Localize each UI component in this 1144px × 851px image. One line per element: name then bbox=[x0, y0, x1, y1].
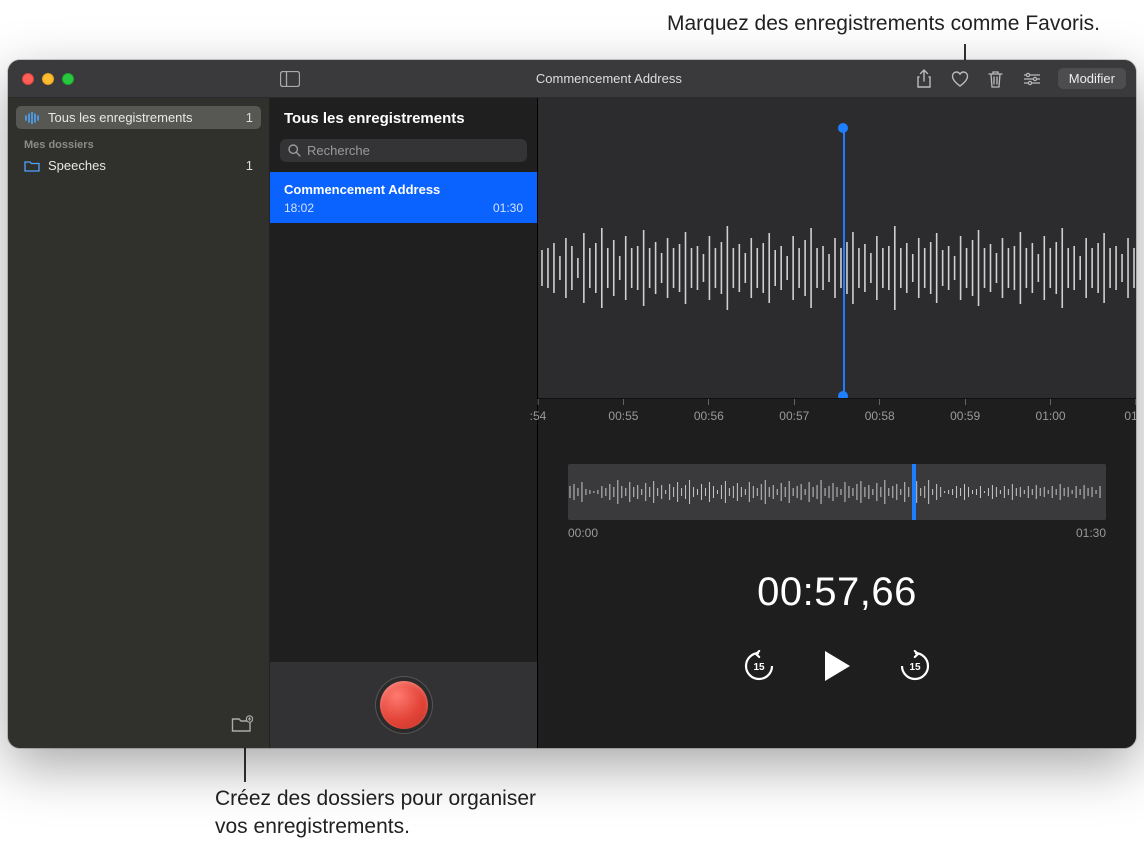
callout-folders-line1: Créez des dossiers pour organiser bbox=[215, 787, 536, 810]
minimize-window-button[interactable] bbox=[42, 73, 54, 85]
sidebar-item-count: 1 bbox=[246, 158, 253, 173]
new-folder-button[interactable] bbox=[231, 715, 253, 738]
window-controls bbox=[18, 73, 276, 85]
sidebar-section-folders: Mes dossiers bbox=[16, 131, 261, 154]
recording-item-title: Commencement Address bbox=[284, 182, 523, 197]
ruler-tick-label: 00:56 bbox=[694, 409, 724, 423]
overview-end-label: 01:30 bbox=[1076, 526, 1106, 540]
playhead-handle-top[interactable] bbox=[838, 123, 848, 133]
recording-item-time: 18:02 bbox=[284, 201, 314, 215]
waveform-icon bbox=[24, 112, 40, 124]
skip-forward-icon: 15 bbox=[898, 649, 932, 683]
folder-icon bbox=[24, 160, 40, 172]
sidebar-item-count: 1 bbox=[246, 110, 253, 125]
toolbar-actions: Modifier bbox=[914, 68, 1126, 89]
sidebar: Tous les enregistrements 1 Mes dossiers … bbox=[8, 98, 270, 748]
callout-favorite-line bbox=[964, 44, 966, 61]
share-icon bbox=[916, 69, 932, 89]
ruler-tick-label: 00:59 bbox=[950, 409, 980, 423]
waveform-zoom[interactable] bbox=[538, 98, 1136, 398]
sidebar-icon bbox=[280, 71, 300, 87]
share-button[interactable] bbox=[914, 69, 934, 89]
waveform-overview-graphic bbox=[568, 464, 1106, 520]
recording-item-duration: 01:30 bbox=[493, 201, 523, 215]
skip-forward-button[interactable]: 15 bbox=[898, 649, 932, 683]
options-button[interactable] bbox=[1022, 69, 1042, 89]
callout-favorite-text: Marquez des enregistrements comme Favori… bbox=[667, 12, 1100, 36]
ruler-tick: 00:59 bbox=[950, 399, 980, 428]
waveform-zoom-graphic bbox=[538, 98, 1136, 398]
ruler-tick: 00:58 bbox=[865, 399, 895, 428]
time-ruler[interactable]: :5400:5500:5600:5700:5800:5901:0001:0 bbox=[538, 398, 1136, 428]
edit-button[interactable]: Modifier bbox=[1058, 68, 1126, 89]
recording-list-panel: Tous les enregistrements Recherche Comme… bbox=[270, 98, 538, 748]
ruler-tick: 00:55 bbox=[608, 399, 638, 428]
callout-folders-text: Créez des dossiers pour organiser vos en… bbox=[215, 785, 536, 842]
play-icon bbox=[822, 649, 852, 683]
trash-icon bbox=[988, 70, 1003, 88]
overview-start-label: 00:00 bbox=[568, 526, 598, 540]
search-icon bbox=[288, 144, 301, 157]
ruler-tick-label: 00:58 bbox=[865, 409, 895, 423]
close-window-button[interactable] bbox=[22, 73, 34, 85]
ruler-tick: 01:00 bbox=[1036, 399, 1066, 428]
ruler-tick: 00:57 bbox=[779, 399, 809, 428]
playhead[interactable] bbox=[843, 126, 845, 398]
titlebar: Commencement Address Modifier bbox=[8, 60, 1136, 98]
ruler-tick-label: 01:00 bbox=[1036, 409, 1066, 423]
ruler-tick: 00:56 bbox=[694, 399, 724, 428]
recording-list-header: Tous les enregistrements bbox=[270, 98, 537, 133]
transport-controls: 15 15 bbox=[538, 649, 1136, 683]
overview-time-labels: 00:00 01:30 bbox=[568, 526, 1106, 540]
record-bar bbox=[270, 662, 537, 748]
search-input[interactable]: Recherche bbox=[280, 139, 527, 162]
sidebar-item-label: Speeches bbox=[48, 158, 106, 173]
recording-item[interactable]: Commencement Address 18:02 01:30 bbox=[270, 172, 537, 223]
window-title: Commencement Address bbox=[304, 71, 914, 86]
callout-folders-line2: vos enregistrements. bbox=[215, 815, 410, 838]
ruler-tick-label: 00:57 bbox=[779, 409, 809, 423]
delete-button[interactable] bbox=[986, 69, 1006, 89]
sliders-icon bbox=[1023, 72, 1041, 86]
zoom-window-button[interactable] bbox=[62, 73, 74, 85]
heart-icon bbox=[951, 71, 969, 87]
sidebar-item-speeches[interactable]: Speeches 1 bbox=[16, 154, 261, 177]
search-placeholder: Recherche bbox=[307, 143, 370, 158]
svg-text:15: 15 bbox=[753, 662, 765, 673]
toggle-sidebar-button[interactable] bbox=[276, 71, 304, 87]
new-folder-icon bbox=[231, 715, 253, 733]
overview-playhead[interactable] bbox=[912, 464, 916, 520]
ruler-tick: :54 bbox=[530, 399, 547, 428]
favorite-button[interactable] bbox=[950, 69, 970, 89]
playhead-handle-bottom[interactable] bbox=[838, 391, 848, 398]
waveform-overview[interactable]: 00:00 01:30 bbox=[568, 464, 1106, 540]
sidebar-item-label: Tous les enregistrements bbox=[48, 110, 193, 125]
ruler-tick-label: 00:55 bbox=[608, 409, 638, 423]
ruler-tick: 01:0 bbox=[1124, 399, 1136, 428]
callout-folders-leader bbox=[244, 744, 246, 782]
voice-memos-window: Commencement Address Modifier Tous les bbox=[8, 60, 1136, 748]
play-button[interactable] bbox=[822, 649, 852, 683]
record-button[interactable] bbox=[380, 681, 428, 729]
detail-panel: :5400:5500:5600:5700:5800:5901:0001:0 00… bbox=[538, 98, 1136, 748]
skip-back-icon: 15 bbox=[742, 649, 776, 683]
ruler-tick-label: 01:0 bbox=[1124, 409, 1136, 423]
sidebar-item-all-recordings[interactable]: Tous les enregistrements 1 bbox=[16, 106, 261, 129]
ruler-tick-label: :54 bbox=[530, 409, 547, 423]
current-time-display: 00:57,66 bbox=[538, 570, 1136, 615]
skip-back-button[interactable]: 15 bbox=[742, 649, 776, 683]
svg-text:15: 15 bbox=[909, 662, 921, 673]
